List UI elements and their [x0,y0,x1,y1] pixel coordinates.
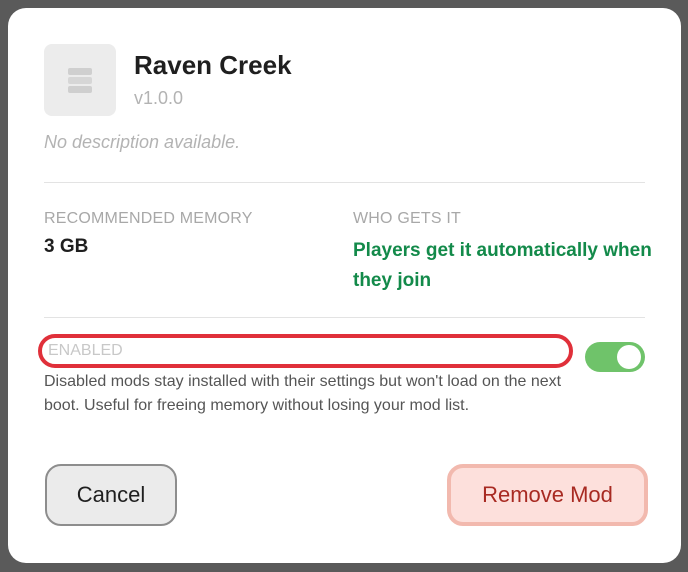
who-value: Players get it automatically when they j… [353,240,652,291]
remove-mod-button[interactable]: Remove Mod [447,464,648,526]
mod-description: No description available. [44,132,241,152]
stack-layers-icon [44,44,116,116]
enabled-toggle[interactable] [585,342,645,372]
enabled-field-highlight: ENABLED [38,334,573,368]
memory-value: 3 GB [44,236,89,257]
mod-title: Raven Creek [134,50,292,80]
enabled-label: ENABLED [48,342,123,359]
cancel-button[interactable]: Cancel [45,464,177,526]
title-block: Raven Creek v1.0.0 [134,48,292,109]
mod-details-dialog: Raven Creek v1.0.0 No description availa… [8,8,681,563]
enabled-help-text: Disabled mods stay installed with their … [44,373,562,414]
who-section: WHO GETS IT Players get it automatically… [353,210,653,296]
mod-version: v1.0.0 [134,88,184,108]
mod-header: Raven Creek v1.0.0 [44,44,292,116]
memory-label: RECOMMENDED MEMORY [44,210,253,227]
who-label: WHO GETS IT [353,210,461,227]
divider [44,182,645,183]
memory-section: RECOMMENDED MEMORY 3 GB [44,210,253,258]
toggle-knob [617,345,641,369]
divider [44,317,645,318]
